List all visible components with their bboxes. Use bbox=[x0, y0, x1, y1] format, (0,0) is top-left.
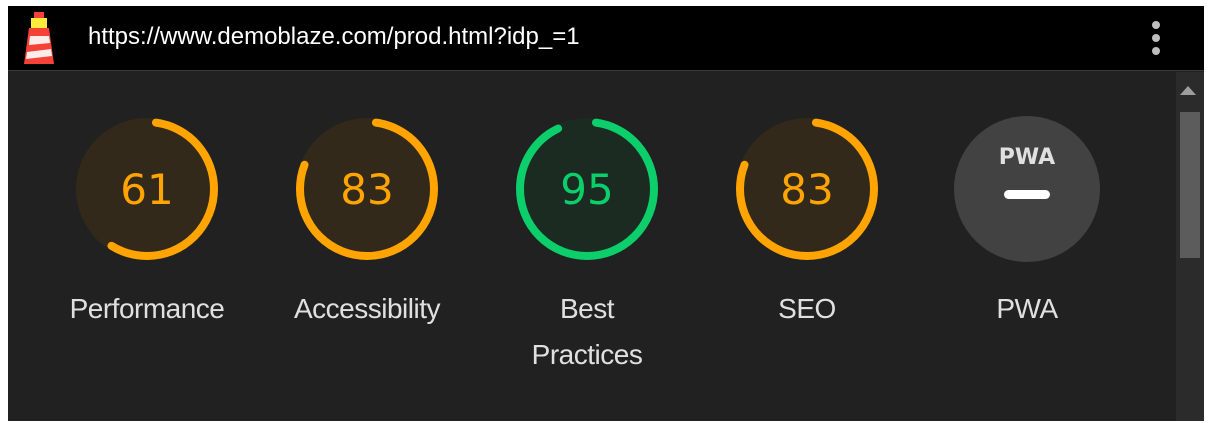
gauge-label: SEO bbox=[778, 293, 836, 324]
lighthouse-report: https://www.demoblaze.com/prod.html?idp_… bbox=[8, 6, 1204, 421]
gauge-label-line: Practices bbox=[531, 339, 643, 370]
gauge-best-practices[interactable]: 95 Best Practices bbox=[497, 114, 677, 378]
gauge-ring-best-practices: 95 bbox=[516, 118, 658, 260]
gauge-label: Best Practices bbox=[497, 286, 677, 378]
pwa-badge-text: PWA bbox=[999, 145, 1055, 170]
gauge-label-line: Best bbox=[559, 293, 615, 324]
report-url[interactable]: https://www.demoblaze.com/prod.html?idp_… bbox=[88, 22, 580, 52]
gauge-label: PWA bbox=[996, 293, 1058, 324]
scroll-up-arrow-icon[interactable] bbox=[1180, 86, 1196, 95]
gauge-score: 83 bbox=[780, 165, 833, 214]
gauge-accessibility[interactable]: 83 Accessibility bbox=[277, 114, 457, 332]
gauge-score: 61 bbox=[120, 165, 173, 214]
gauge-seo[interactable]: 83 SEO bbox=[717, 114, 897, 332]
gauge-performance[interactable]: 61 Performance bbox=[57, 114, 237, 332]
gauge-ring-performance: 61 bbox=[76, 118, 218, 260]
more-vert-icon[interactable] bbox=[1144, 16, 1168, 60]
gauge-score: 95 bbox=[560, 165, 613, 214]
menu-dot bbox=[1152, 47, 1160, 55]
scrollbar-thumb[interactable] bbox=[1180, 112, 1200, 258]
gauge-ring-accessibility: 83 bbox=[296, 118, 438, 260]
gauge-label: Accessibility bbox=[294, 293, 440, 324]
menu-dot bbox=[1152, 34, 1160, 42]
menu-dot bbox=[1152, 21, 1160, 29]
gauge-ring-seo: 83 bbox=[736, 118, 878, 260]
gauge-score: 83 bbox=[340, 165, 393, 214]
gauge-background bbox=[954, 116, 1100, 262]
score-gauges: 61 Performance 83 Accessibility 95 Best … bbox=[8, 70, 1176, 421]
gauge-pwa[interactable]: PWA PWA bbox=[937, 114, 1117, 332]
gauge-label: Performance bbox=[69, 293, 225, 324]
report-topbar: https://www.demoblaze.com/prod.html?idp_… bbox=[8, 6, 1204, 71]
pwa-badge-icon: PWA bbox=[954, 116, 1100, 262]
pwa-dash-icon bbox=[1004, 190, 1050, 199]
lighthouse-icon bbox=[24, 12, 54, 64]
